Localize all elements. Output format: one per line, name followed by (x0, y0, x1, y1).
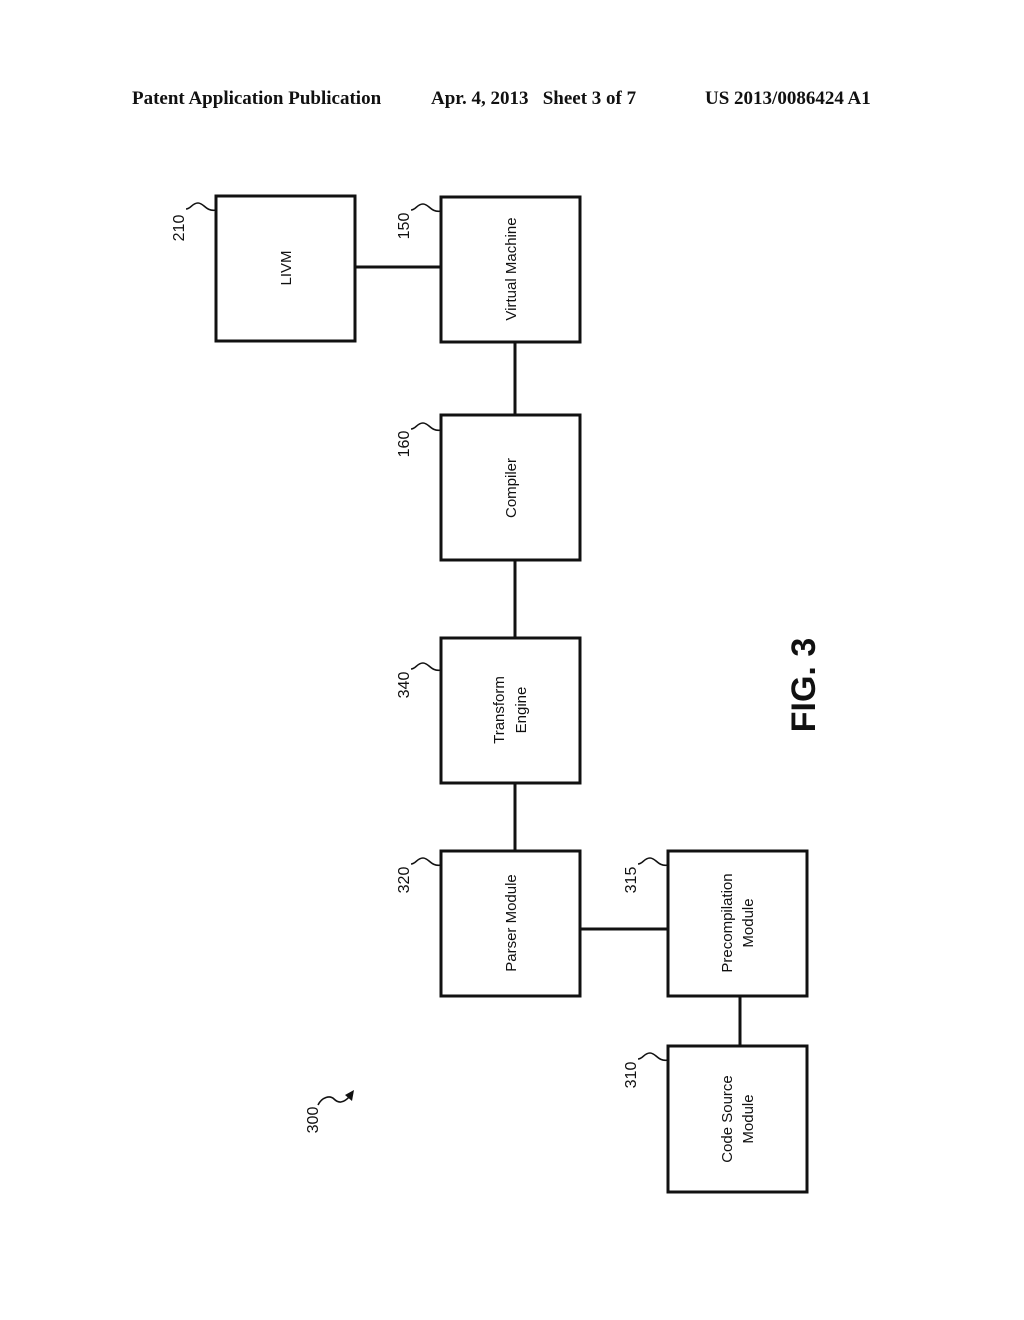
block-precompilation-module-box (666, 849, 809, 998)
block-compiler: Compiler 160 (396, 413, 582, 562)
ref-210: 210 (171, 215, 188, 242)
block-virtual-machine-label: Virtual Machine (503, 217, 520, 320)
ref-310: 310 (623, 1062, 640, 1089)
ref-160: 160 (396, 431, 413, 458)
block-parser-module-label: Parser Module (503, 874, 520, 972)
ref-320: 320 (396, 867, 413, 894)
block-livm: LIVM 210 (171, 194, 357, 343)
block-livm-label: LIVM (278, 250, 295, 285)
block-precompilation-module: Precompilation Module 315 (623, 849, 809, 998)
block-code-source-module: Code Source Module 310 (623, 1044, 809, 1194)
block-code-source-module-label-line1: Code Source (719, 1075, 736, 1163)
leader-arrow-squiggle-icon (317, 1095, 351, 1106)
leader-squiggle-icon (410, 422, 442, 432)
block-precompilation-module-label-line2: Module (740, 898, 757, 947)
ref-300: 300 (305, 1107, 322, 1134)
block-precompilation-module-label-line1: Precompilation (719, 873, 736, 972)
block-diagram: LIVM 210 Virtual Machine 150 Compiler 16… (171, 194, 823, 1194)
leader-squiggle-icon (410, 857, 442, 867)
block-compiler-label: Compiler (503, 458, 520, 518)
leader-squiggle-icon (410, 662, 442, 672)
figure-label: FIG. 3 (785, 638, 823, 732)
system-reference: 300 (305, 1090, 354, 1133)
leader-squiggle-icon (410, 203, 442, 213)
leader-squiggle-icon (637, 1052, 669, 1062)
block-transform-engine-label-line2: Engine (513, 687, 530, 734)
block-transform-engine: Transform Engine 340 (396, 636, 582, 785)
block-virtual-machine: Virtual Machine 150 (396, 195, 582, 344)
block-transform-engine-label-line1: Transform (491, 676, 508, 744)
block-transform-engine-box (439, 636, 582, 785)
leader-squiggle-icon (185, 202, 217, 212)
block-parser-module: Parser Module 320 (396, 849, 582, 998)
block-code-source-module-box (666, 1044, 809, 1194)
block-code-source-module-label-line2: Module (740, 1094, 757, 1143)
ref-315: 315 (623, 867, 640, 894)
leader-squiggle-icon (637, 857, 669, 867)
ref-150: 150 (396, 213, 413, 240)
ref-340: 340 (396, 672, 413, 699)
